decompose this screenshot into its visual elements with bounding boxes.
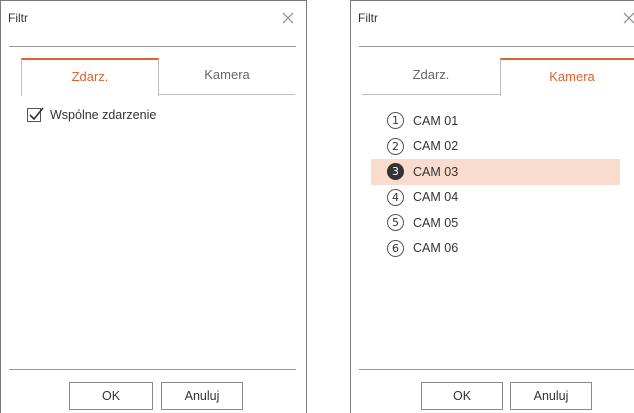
camera-number-badge: 1 — [387, 112, 404, 130]
checkbox-label: Wspólne zdarzenie — [50, 108, 157, 122]
ok-button[interactable]: OK — [421, 382, 503, 410]
camera-number-badge: 5 — [387, 214, 404, 232]
camera-name: CAM 01 — [413, 113, 459, 128]
tab-events[interactable]: Zdarz. — [21, 58, 159, 96]
filter-dialog-events: Filtr Zdarz. Kamera Wspólne zdarzenie OK… — [0, 0, 307, 413]
cancel-button[interactable]: Anuluj — [510, 382, 592, 410]
camera-item[interactable]: 6 CAM 06 — [371, 236, 620, 262]
dialog-title: Filtr — [8, 11, 28, 25]
ok-button[interactable]: OK — [69, 382, 153, 410]
dialog-title: Filtr — [358, 11, 378, 25]
camera-name: CAM 04 — [413, 190, 459, 205]
divider — [359, 46, 634, 47]
camera-number-badge: 4 — [387, 188, 404, 206]
checkbox[interactable] — [27, 107, 44, 122]
camera-number-badge: 2 — [387, 137, 404, 155]
camera-name: CAM 02 — [413, 139, 459, 154]
close-icon[interactable] — [282, 12, 294, 24]
divider — [9, 369, 296, 370]
close-icon[interactable] — [623, 12, 634, 24]
tab-bar: Zdarz. Kamera — [362, 58, 634, 96]
camera-list: 1 CAM 01 2 CAM 02 3 CAM 03 4 CAM 04 5 CA… — [371, 108, 620, 261]
tab-bar: Zdarz. Kamera — [21, 58, 295, 96]
camera-item[interactable]: 5 CAM 05 — [371, 210, 620, 236]
divider — [359, 369, 634, 370]
camera-name: CAM 05 — [413, 215, 459, 230]
camera-item[interactable]: 4 CAM 04 — [371, 185, 620, 211]
camera-name: CAM 03 — [413, 164, 459, 179]
tab-events[interactable]: Zdarz. — [362, 58, 500, 95]
camera-item-selected[interactable]: 3 CAM 03 — [371, 159, 620, 185]
tab-camera[interactable]: Kamera — [159, 58, 295, 95]
camera-item[interactable]: 2 CAM 02 — [371, 134, 620, 160]
tab-camera[interactable]: Kamera — [500, 58, 634, 96]
camera-number-badge: 6 — [387, 239, 404, 257]
divider — [9, 46, 296, 47]
camera-number-badge: 3 — [387, 163, 404, 181]
checkmark-icon — [29, 107, 44, 121]
camera-name: CAM 06 — [413, 241, 459, 256]
cancel-button[interactable]: Anuluj — [161, 382, 243, 410]
filter-dialog-camera: Filtr Zdarz. Kamera 1 CAM 01 2 CAM 02 3 … — [350, 0, 634, 413]
common-event-checkbox-row[interactable]: Wspólne zdarzenie — [27, 107, 156, 123]
camera-item[interactable]: 1 CAM 01 — [371, 108, 620, 134]
